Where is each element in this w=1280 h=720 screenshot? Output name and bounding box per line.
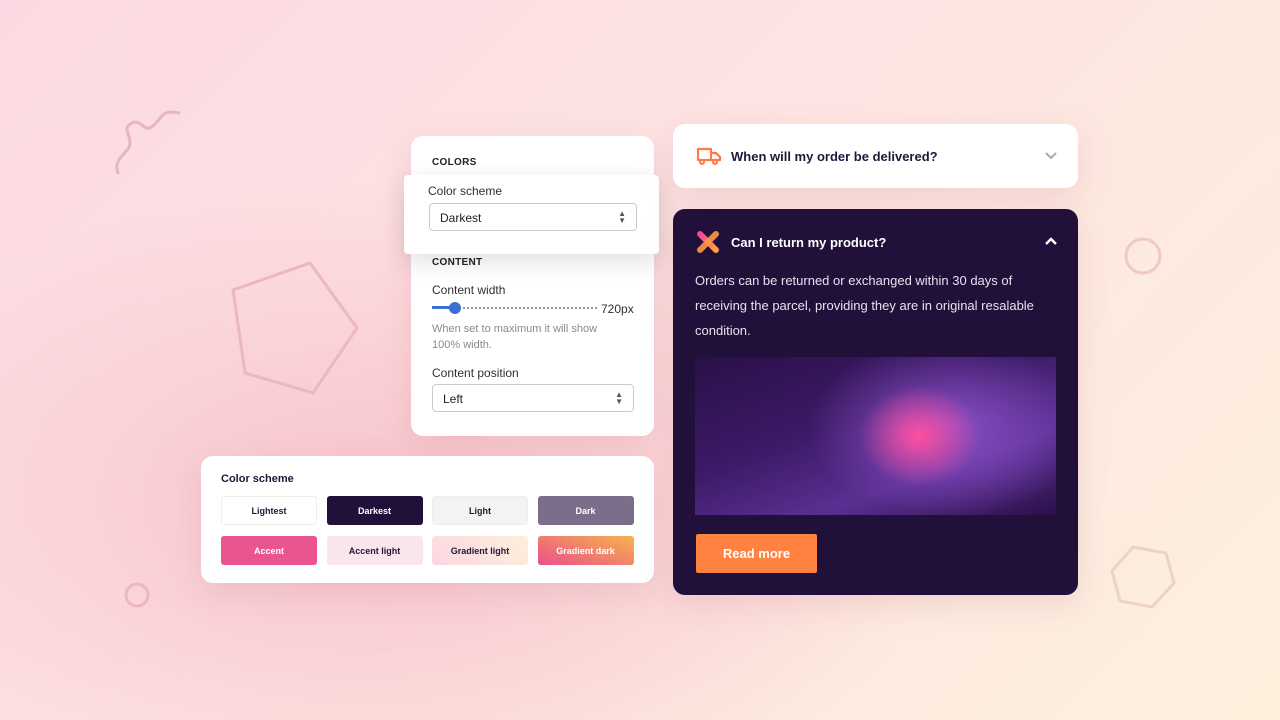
circle-decoration bbox=[1124, 237, 1162, 275]
truck-icon bbox=[696, 147, 722, 165]
swatch-accent-light[interactable]: Accent light bbox=[326, 536, 423, 565]
color-scheme-label: Color scheme bbox=[428, 184, 503, 198]
faq-question[interactable]: Can I return my product? bbox=[731, 235, 886, 250]
swatch-gradient-dark[interactable]: Gradient dark bbox=[537, 536, 634, 565]
content-width-value: 720px bbox=[601, 302, 634, 316]
swatch-lightest[interactable]: Lightest bbox=[221, 496, 317, 525]
swatch-dark[interactable]: Dark bbox=[537, 496, 634, 525]
color-scheme-title: Color scheme bbox=[221, 473, 294, 485]
chevron-down-icon[interactable] bbox=[1044, 151, 1058, 160]
content-position-select[interactable]: Left ▲ ▼ bbox=[432, 384, 634, 412]
pentagon-decoration bbox=[231, 261, 359, 395]
chevron-up-icon[interactable] bbox=[1044, 237, 1058, 246]
swatch-darkest[interactable]: Darkest bbox=[326, 496, 423, 525]
content-position-value: Left bbox=[443, 392, 464, 406]
faq-answer: Orders can be returned or exchanged with… bbox=[695, 273, 1034, 338]
color-scheme-value: Darkest bbox=[440, 211, 482, 225]
faq-item-delivery[interactable]: When will my order be delivered? bbox=[673, 124, 1078, 188]
read-more-button[interactable]: Read more bbox=[696, 534, 817, 573]
color-scheme-card: Color scheme Lightest Darkest Light Dark Acc… bbox=[201, 456, 654, 583]
content-position-label: Content position bbox=[432, 366, 519, 380]
slider-thumb[interactable] bbox=[449, 302, 461, 314]
swatch-gradient-light[interactable]: Gradient light bbox=[432, 536, 528, 565]
faq-question: When will my order be delivered? bbox=[731, 149, 938, 164]
select-arrows-icon: ▲ ▼ bbox=[618, 209, 626, 225]
abstract-image bbox=[695, 357, 1056, 515]
squiggle-decoration bbox=[115, 110, 181, 175]
faq-item-return: Can I return my product? Orders can be r… bbox=[673, 209, 1078, 595]
content-width-help: When set to maximum it will show 100% wi… bbox=[432, 323, 598, 351]
color-scheme-select[interactable]: Darkest ▲ ▼ bbox=[429, 203, 637, 231]
content-width-label: Content width bbox=[432, 283, 506, 297]
swatch-light[interactable]: Light bbox=[432, 496, 528, 525]
colors-heading: COLORS bbox=[432, 157, 477, 168]
hexagon-decoration bbox=[1110, 545, 1176, 609]
color-scheme-popout: Color scheme Darkest ▲ ▼ bbox=[404, 175, 659, 254]
cross-logo-icon bbox=[697, 231, 719, 253]
content-heading: CONTENT bbox=[432, 257, 483, 268]
circle-decoration bbox=[124, 582, 150, 608]
select-arrows-icon: ▲ ▼ bbox=[615, 390, 623, 406]
swatch-accent[interactable]: Accent bbox=[221, 536, 317, 565]
content-width-slider[interactable] bbox=[432, 302, 597, 314]
